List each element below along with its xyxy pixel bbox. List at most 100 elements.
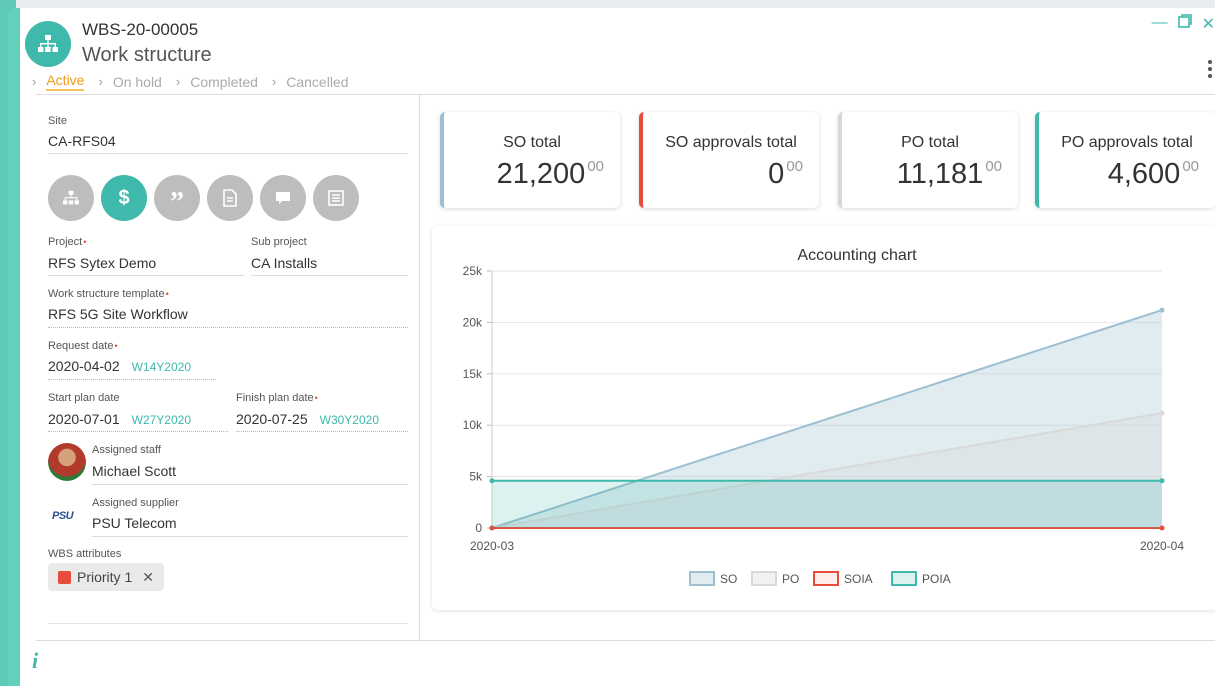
sitemap-icon[interactable] (48, 175, 94, 221)
divider (48, 379, 216, 380)
divider (48, 431, 228, 432)
more-options-icon[interactable] (1207, 60, 1213, 78)
y-tick-label: 20k (463, 315, 483, 329)
document-icon[interactable] (207, 175, 253, 221)
minimize-icon[interactable]: — (1152, 14, 1168, 34)
y-tick-label: 10k (463, 418, 483, 432)
page-title: Work structure (82, 44, 212, 66)
chevron-right-icon: › (175, 74, 181, 89)
attributes-label: WBS attributes (48, 548, 122, 560)
series-point-poia (489, 478, 495, 484)
restore-icon[interactable] (1177, 14, 1192, 34)
divider (48, 327, 408, 328)
project-value[interactable]: RFS Sytex Demo (48, 255, 156, 271)
start-week: W27Y2020 (131, 413, 191, 427)
status-cancelled[interactable]: Cancelled (286, 74, 348, 90)
work-structure-window: WBS-20-00005 Work structure › Active › O… (8, 8, 1215, 686)
series-point-poia (1159, 478, 1165, 484)
template-label: Work structure template• (48, 288, 169, 300)
attribute-tag-label: Priority 1 (77, 569, 133, 585)
footer-divider (36, 640, 1215, 641)
kpi-so-total: SO total 21,200 00 (440, 112, 620, 208)
accounting-chart-card: Accounting chart 0 5k 10k 15k 20k 25k 2020-03 20… (432, 226, 1215, 610)
legend-swatch-poia (891, 571, 917, 586)
kpi-value: 11,181 00 (896, 158, 1002, 190)
legend-swatch-so (689, 571, 715, 586)
subproject-value[interactable]: CA Installs (251, 255, 317, 271)
legend-label-poia: POIA (922, 572, 951, 586)
legend-label-so: SO (720, 572, 737, 586)
divider (48, 275, 244, 276)
close-icon[interactable]: ✕ (1202, 14, 1215, 34)
divider (92, 484, 408, 485)
y-tick-label: 5k (469, 470, 483, 484)
x-tick-label: 2020-04 (1140, 539, 1184, 553)
finish-plan-label: Finish plan date• (236, 392, 318, 404)
finish-plan-value[interactable]: 2020-07-25 W30Y2020 (236, 411, 379, 427)
supplier-logo: PSU (52, 510, 74, 522)
y-tick-label: 15k (463, 367, 483, 381)
window-controls: — ✕ (1152, 14, 1215, 34)
divider (48, 153, 408, 154)
divider (251, 275, 408, 276)
request-date-label: Request date• (48, 340, 118, 352)
divider (92, 536, 408, 537)
supplier-label: Assigned supplier (92, 497, 179, 509)
kpi-value: 0 00 (768, 158, 803, 190)
chevron-right-icon: › (98, 74, 103, 89)
series-point-so (1159, 307, 1165, 313)
kpi-so-approvals-total: SO approvals total 0 00 (639, 112, 819, 208)
legend-label-po: PO (782, 572, 799, 586)
attribute-tag[interactable]: Priority 1 ✕ (48, 563, 164, 591)
project-label: Project• (48, 236, 87, 248)
avatar (48, 443, 86, 481)
series-point-po (1159, 410, 1165, 416)
request-week: W14Y2020 (131, 360, 191, 374)
start-plan-label: Start plan date (48, 392, 120, 404)
finish-week: W30Y2020 (319, 413, 379, 427)
details-panel: Site CA-RFS04 $ ” Project• RFS Sytex Dem… (36, 95, 420, 640)
chart-title: Accounting chart (797, 247, 917, 264)
kpi-value: 21,200 00 (496, 158, 604, 190)
staff-label: Assigned staff (92, 444, 161, 456)
chevron-right-icon: › (32, 74, 37, 89)
template-value[interactable]: RFS 5G Site Workflow (48, 306, 188, 322)
kpi-po-total: PO total 11,181 00 (838, 112, 1018, 208)
kpi-po-approvals-total: PO approvals total 4,600 00 (1035, 112, 1215, 208)
kpi-title: PO total (901, 134, 959, 151)
kpi-title: PO approvals total (1061, 134, 1193, 151)
status-on-hold[interactable]: On hold (113, 74, 162, 90)
kpi-title: SO total (503, 134, 561, 151)
remove-tag-icon[interactable]: ✕ (142, 569, 154, 586)
status-active[interactable]: Active (46, 72, 85, 91)
x-tick-label: 2020-03 (470, 539, 514, 553)
divider (236, 431, 408, 432)
sitemap-icon (25, 21, 71, 67)
kpi-value: 4,600 00 (1107, 158, 1199, 190)
status-completed[interactable]: Completed (190, 74, 258, 90)
wbs-code: WBS-20-00005 (82, 20, 199, 39)
supplier-value[interactable]: PSU Telecom (92, 515, 177, 531)
site-value[interactable]: CA-RFS04 (48, 133, 116, 149)
staff-value[interactable]: Michael Scott (92, 463, 176, 479)
kpi-title: SO approvals total (665, 134, 797, 151)
request-date-value[interactable]: 2020-04-02 W14Y2020 (48, 358, 191, 374)
subproject-label: Sub project (251, 236, 307, 248)
divider (48, 623, 408, 624)
dollar-icon[interactable]: $ (101, 175, 147, 221)
list-icon[interactable] (313, 175, 359, 221)
chevron-right-icon: › (271, 74, 277, 89)
quote-icon[interactable]: ” (154, 175, 200, 221)
start-plan-value[interactable]: 2020-07-01 W27Y2020 (48, 411, 191, 427)
comment-icon[interactable] (260, 175, 306, 221)
action-icon-row: $ ” (48, 175, 359, 221)
legend-label-soia: SOIA (844, 572, 873, 586)
info-icon[interactable]: i (32, 648, 38, 674)
legend-swatch-po (751, 571, 777, 586)
y-tick-label: 25k (463, 264, 483, 278)
status-breadcrumb: › Active › On hold › Completed › Cancell… (32, 72, 363, 91)
accounting-chart: Accounting chart 0 5k 10k 15k 20k 25k 2020-03 20… (463, 247, 1184, 586)
priority-color-icon (58, 570, 71, 584)
site-label: Site (48, 115, 67, 127)
legend-swatch-soia (813, 571, 839, 586)
